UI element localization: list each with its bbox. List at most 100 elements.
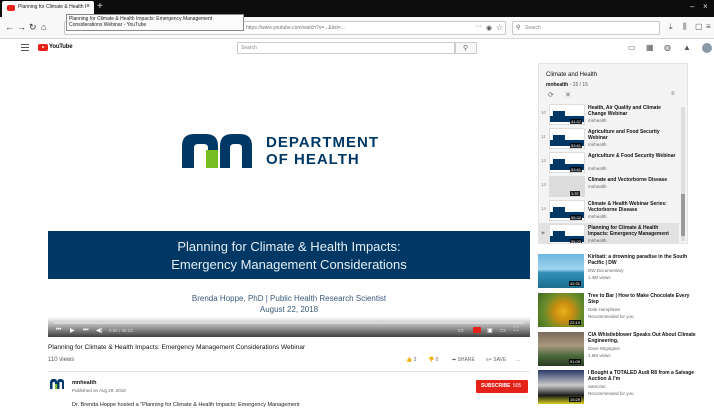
close-tab-icon[interactable]: × [86, 3, 90, 10]
play-icon[interactable]: ▶ [70, 327, 75, 334]
playlist-item-duration: 55:23 [570, 239, 583, 244]
more-actions-button[interactable]: ... [516, 357, 520, 363]
playlist-item[interactable]: 11 53:41 Agriculture and Food Security W… [539, 127, 679, 151]
library-icon[interactable]: ⫼ [683, 22, 687, 32]
channel-avatar[interactable] [50, 379, 64, 389]
dislike-count: 0 [435, 357, 439, 363]
playlist-item-index: 11 [541, 134, 546, 139]
playlist-channel[interactable]: mnhealth [546, 82, 568, 88]
settings-gear-icon[interactable] [473, 327, 481, 333]
video-player[interactable]: DEPARTMENT OF HEALTH Planning for Climat… [48, 63, 530, 337]
recommended-video[interactable]: 22:19 Tree to Bar | How to Make Chocolat… [538, 293, 698, 329]
like-count: 3 [413, 357, 417, 363]
create-video-icon[interactable]: ▭ [628, 43, 636, 52]
playlist-item[interactable]: 10 41:37 Health, Air Quality and Climate… [539, 103, 679, 127]
page-actions-icon[interactable]: ··· [475, 23, 482, 30]
playlist-item-title: Planning for Climate & Health Impacts: E… [588, 225, 669, 237]
video-title: Planning for Climate & Health Impacts: E… [48, 344, 306, 351]
playlist-item-duration: 55:32 [570, 215, 583, 220]
youtube-favicon-icon [7, 5, 15, 11]
search-icon: ⚲ [516, 25, 521, 31]
playlist-item[interactable]: 14 55:32 Climate & Health Webinar Series… [539, 199, 679, 223]
new-tab-button[interactable]: + [97, 1, 103, 12]
playlist-subtitle: mnhealth - 15 / 15 [546, 82, 588, 88]
like-button[interactable]: 👍 3 [406, 357, 416, 363]
recommended-channel: Samcrac [588, 384, 606, 389]
slide-title-banner: Planning for Climate & Health Impacts: E… [48, 231, 530, 279]
forward-icon[interactable]: → [17, 22, 26, 32]
youtube-logo-text[interactable]: YouTube [49, 44, 73, 50]
fullscreen-icon[interactable]: ⛶ [514, 327, 518, 334]
youtube-search-input[interactable]: Search [237, 42, 455, 54]
home-icon[interactable]: ⌂ [41, 22, 46, 32]
reload-icon[interactable]: ↻ [29, 22, 37, 33]
browser-search-placeholder: Search [525, 25, 541, 31]
playlist-item-index: 14 [540, 206, 546, 211]
url-text: https://www.youtube.com/watch?v=...&list… [246, 25, 345, 31]
playlist-item-index: 13 [540, 182, 546, 187]
account-avatar[interactable] [702, 43, 712, 53]
apps-grid-icon[interactable]: ▦ [646, 43, 654, 52]
volume-icon[interactable]: ◀) [96, 327, 103, 334]
shuffle-icon[interactable]: ✕ [565, 91, 571, 99]
recommended-meta: Recommended for you [588, 391, 634, 396]
next-icon[interactable]: ⏭ [83, 327, 88, 334]
captions-icon[interactable]: ▭ [458, 327, 464, 334]
recommended-channel: Dane Wigington [588, 346, 621, 351]
playlist-item-title: Agriculture and Food Security Webinar [588, 129, 660, 141]
back-icon[interactable]: ← [5, 22, 14, 32]
mn-logo-icon [182, 134, 252, 168]
share-button[interactable]: ➦ SHARE [452, 357, 475, 363]
browser-search-bar[interactable]: ⚲ Search [512, 21, 660, 35]
recommended-video[interactable]: 15:29 I Bought a TOTALED Audi R8 from a … [538, 370, 698, 406]
playlist-item-index: 12 [540, 158, 546, 163]
playlist-item-duration: 1:37 [570, 191, 580, 196]
recommended-video[interactable]: 51:09 CIA Whistleblower Speaks Out About… [538, 332, 698, 368]
recommended-video[interactable]: 42:31 Kiribati: a drowning paradise in t… [538, 254, 698, 290]
playlist-menu-icon[interactable]: ≡ [671, 91, 675, 97]
messages-icon[interactable]: ◍ [664, 43, 671, 52]
recommended-title: CIA Whistleblower Speaks Out About Clima… [588, 332, 696, 344]
playlist-item-channel: mnhealth [588, 142, 607, 147]
minimize-icon[interactable]: – [690, 2, 694, 11]
recommended-duration: 15:29 [569, 397, 582, 402]
notifications-bell-icon[interactable]: ▲ [683, 43, 691, 52]
bookmark-star-icon[interactable]: ☆ [496, 23, 503, 32]
download-icon[interactable]: ⤓ [669, 22, 673, 32]
playlist-title[interactable]: Climate and Health [546, 72, 597, 78]
youtube-logo-icon[interactable] [38, 44, 48, 51]
tab-title: Planning for Climate & Health I [18, 4, 87, 10]
menu-icon[interactable]: ≡ [706, 22, 711, 31]
save-button[interactable]: ≡+ SAVE [486, 357, 506, 363]
playlist-item-current[interactable]: ▶ 55:23 Planning for Climate & Health Im… [539, 223, 679, 244]
theater-mode-icon[interactable]: ▭ [500, 327, 506, 334]
department-heading: DEPARTMENT [266, 134, 380, 151]
shield-icon[interactable]: ◉ [486, 24, 492, 32]
playlist-scroll-thumb[interactable] [681, 194, 685, 236]
dislike-button[interactable]: 👎 0 [428, 357, 438, 363]
miniplayer-icon[interactable]: ▣ [487, 327, 493, 334]
playlist-item-duration: 53:41 [570, 167, 583, 172]
recommended-meta: 1.4M views [588, 275, 611, 280]
subscribe-button[interactable]: SUBSCRIBE 505 [476, 380, 528, 393]
playlist-item-channel: mnhealth [588, 238, 607, 243]
recommended-channel: DW Documentary [588, 268, 624, 273]
playlist-item[interactable]: 12 53:41 Agriculture & Food Security Web… [539, 151, 679, 175]
channel-name[interactable]: mnhealth [72, 380, 96, 386]
guide-menu-icon[interactable] [21, 44, 29, 51]
subscribe-label: SUBSCRIBE [481, 383, 511, 389]
share-icon: ➦ [452, 357, 457, 363]
playlist-item-channel: mnhealth [588, 214, 607, 219]
recommended-title: Tree to Bar | How to Make Chocolate Ever… [588, 293, 690, 305]
video-description: Dr. Brenda Hoppe hosted a "Planning for … [72, 402, 300, 408]
playlist-add-icon: ≡+ [486, 357, 492, 363]
sidebar-icon[interactable]: ▢ [695, 22, 703, 31]
previous-icon[interactable]: ⏮ [56, 327, 61, 334]
close-window-icon[interactable]: × [703, 2, 708, 11]
playlist-item[interactable]: 13 1:37 Climate and Vectorborne Disease … [539, 175, 679, 199]
youtube-search-button[interactable]: ⚲ [455, 42, 477, 54]
playlist-item-title: Climate & Health Webinar Series: Vectorb… [588, 201, 667, 213]
recommended-meta: Recommended for you [588, 314, 634, 319]
progress-bar[interactable] [54, 322, 524, 324]
loop-icon[interactable]: ⟳ [548, 91, 554, 99]
